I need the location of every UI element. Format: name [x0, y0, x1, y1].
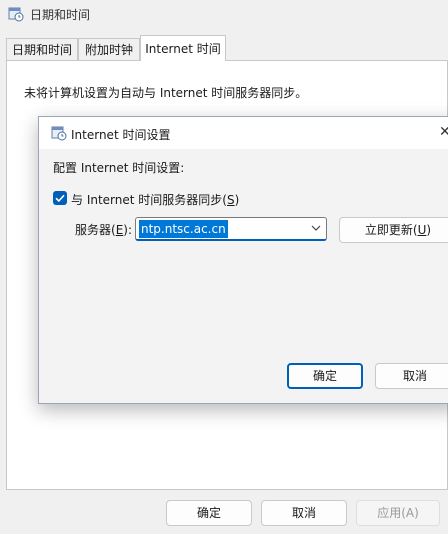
- update-label-close: ): [426, 223, 432, 237]
- sync-label-close: ): [234, 193, 240, 207]
- sync-checkbox-label[interactable]: 与 Internet 时间服务器同步(S): [71, 191, 239, 208]
- update-label-text: 立即更新(: [364, 223, 418, 237]
- server-value: ntp.ntsc.ac.cn: [139, 220, 228, 238]
- server-label-close: ):: [123, 223, 133, 237]
- internet-time-settings-dialog: Internet 时间设置 ✕ 配置 Internet 时间设置: 与 Inte…: [38, 116, 448, 404]
- update-now-button[interactable]: 立即更新(U): [339, 217, 448, 243]
- clock-calendar-icon: [51, 126, 67, 141]
- ok-button[interactable]: 确定: [166, 500, 252, 526]
- server-label-text: 服务器(: [75, 223, 116, 237]
- sync-label-accesskey: S: [226, 193, 235, 207]
- server-combobox[interactable]: ntp.ntsc.ac.cn: [135, 217, 327, 241]
- dialog-title: Internet 时间设置: [71, 128, 171, 142]
- server-label: 服务器(E):: [75, 221, 132, 238]
- sync-checkbox[interactable]: [53, 191, 67, 205]
- window-title: 日期和时间: [30, 8, 91, 22]
- tab-internet-time[interactable]: Internet 时间: [140, 35, 226, 61]
- sync-status-text: 未将计算机设置为自动与 Internet 时间服务器同步。: [24, 86, 308, 100]
- tab-additional-clocks[interactable]: 附加时钟: [78, 38, 140, 60]
- tab-date-time[interactable]: 日期和时间: [6, 38, 78, 60]
- close-icon[interactable]: ✕: [439, 121, 448, 143]
- chevron-down-icon[interactable]: [310, 222, 322, 234]
- dialog-heading: 配置 Internet 时间设置:: [53, 161, 185, 175]
- window-titlebar: 日期和时间: [0, 0, 448, 28]
- dialog-ok-button[interactable]: 确定: [287, 363, 363, 389]
- dialog-titlebar: Internet 时间设置 ✕: [39, 117, 448, 149]
- dialog-cancel-button[interactable]: 取消: [375, 363, 448, 389]
- clock-calendar-icon: [8, 7, 24, 22]
- cancel-button[interactable]: 取消: [261, 500, 347, 526]
- sync-label-text: 与 Internet 时间服务器同步(: [71, 193, 227, 207]
- apply-button[interactable]: 应用(A): [356, 500, 440, 526]
- checkmark-icon: [55, 194, 65, 203]
